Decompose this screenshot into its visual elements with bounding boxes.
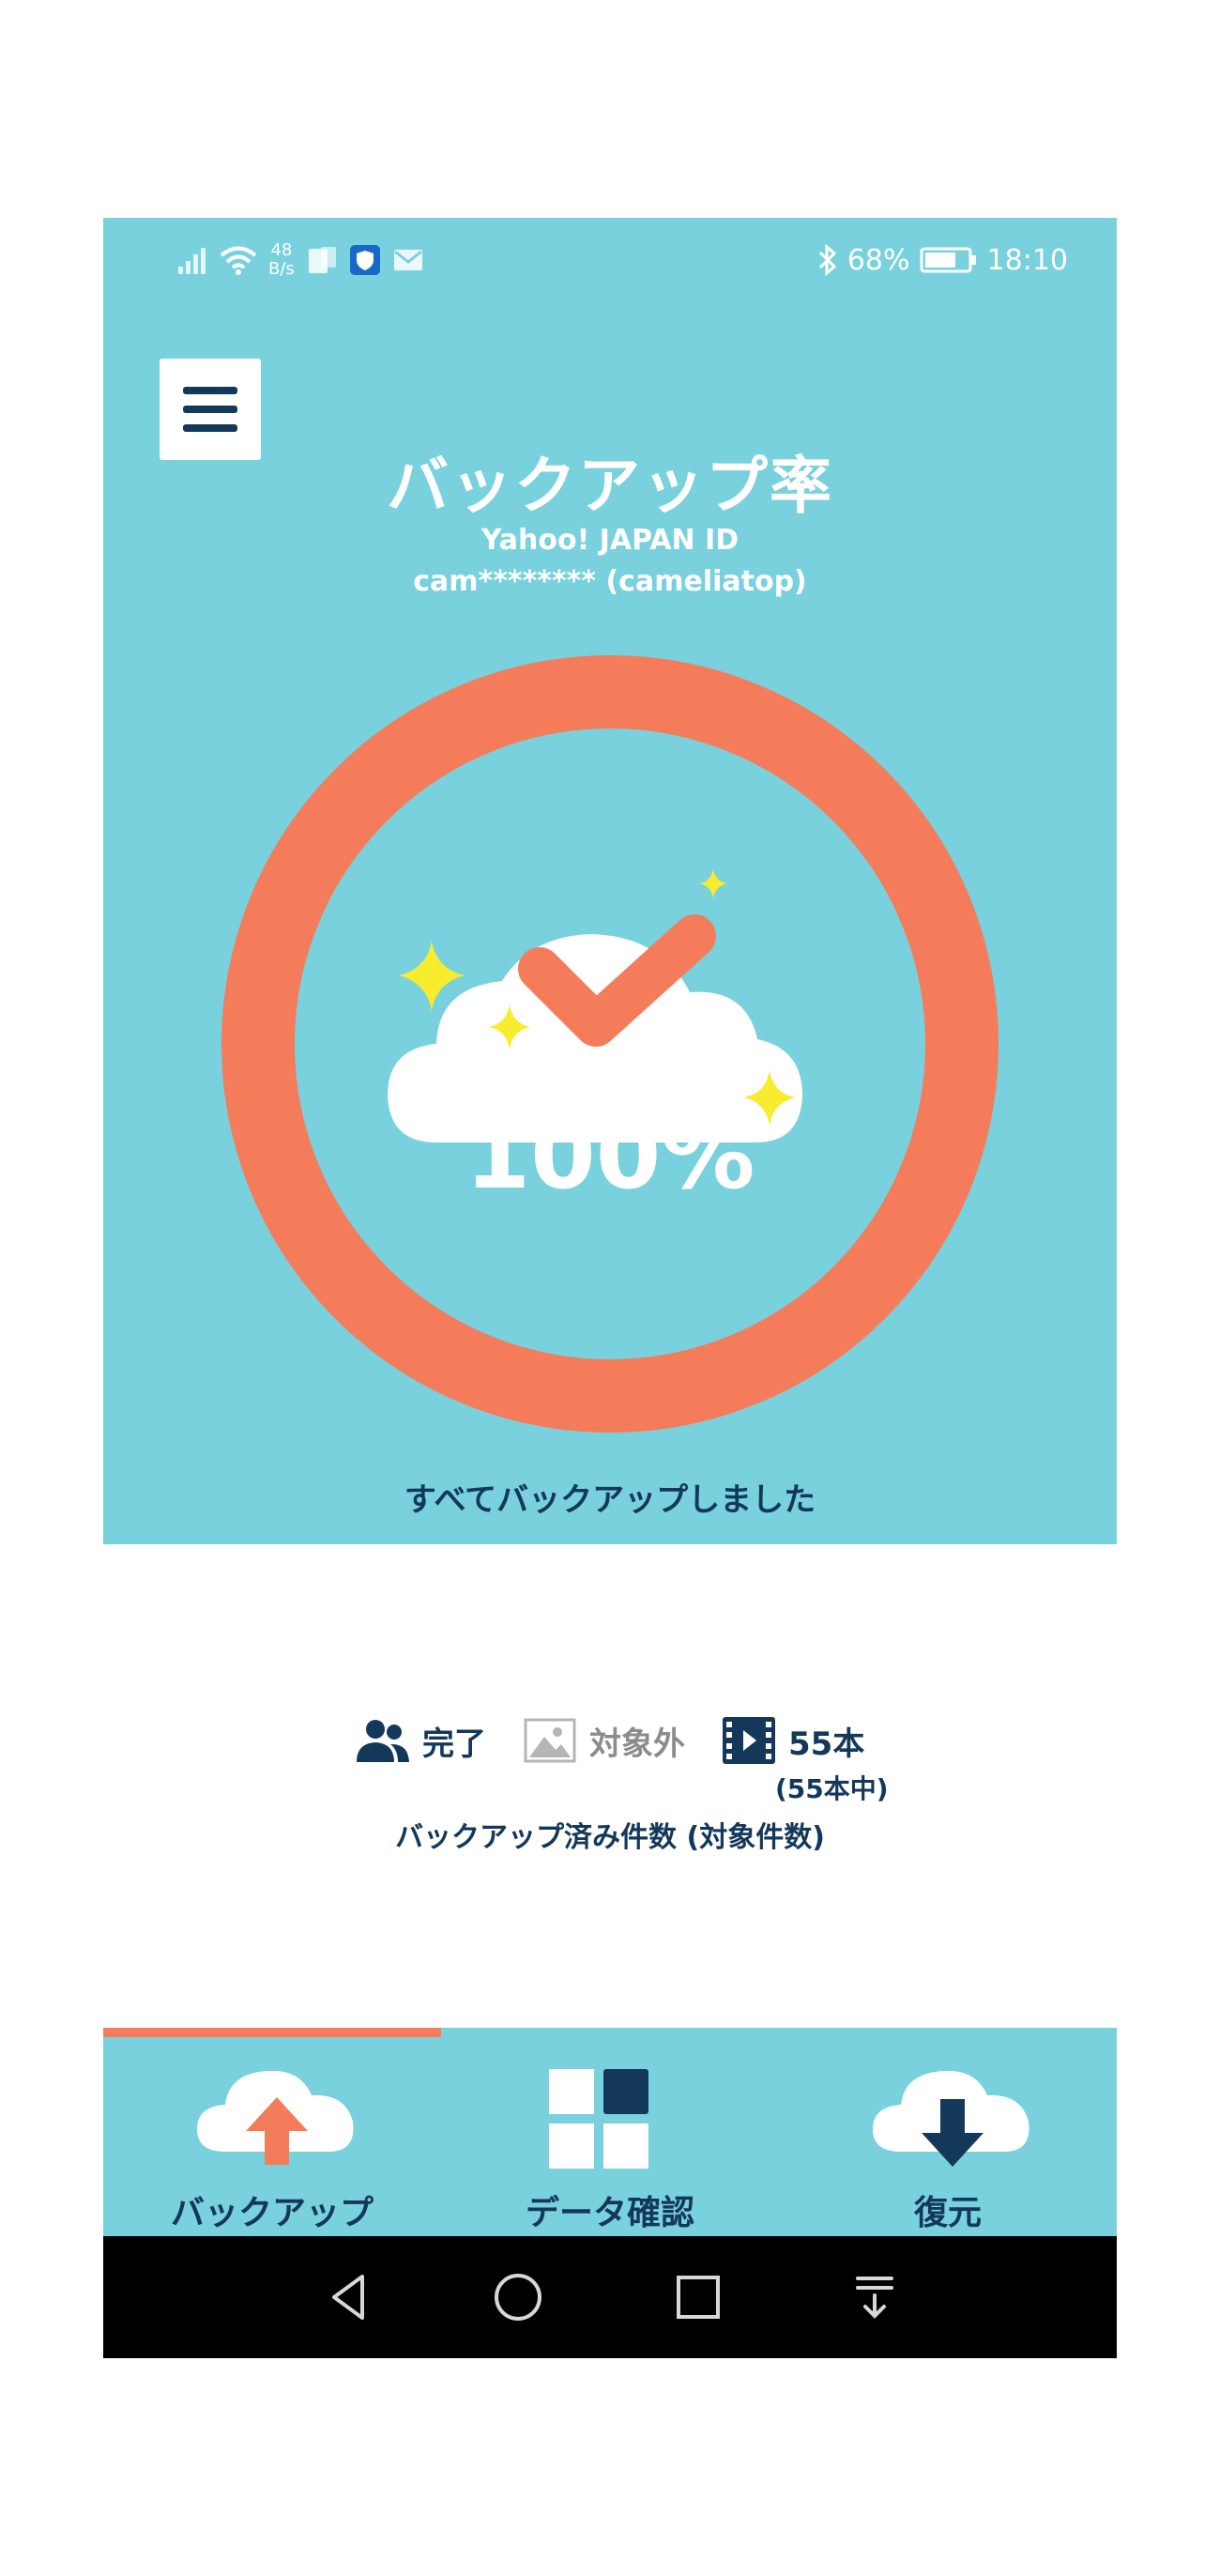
tab-data-check[interactable]: データ確認 xyxy=(441,2037,779,2236)
page-title: バックアップ率 xyxy=(387,450,833,522)
videos-total: (55本中) xyxy=(775,1773,889,1804)
system-nav-bar xyxy=(103,2236,1117,2358)
sim-icon xyxy=(308,247,336,273)
videos-count: 55本 xyxy=(723,1717,864,1764)
tab-restore[interactable]: 復元 xyxy=(779,2037,1117,2236)
backup-status-message: すべてバックアップしました xyxy=(404,1481,816,1519)
mail-icon xyxy=(393,250,422,270)
clock: 18:10 xyxy=(986,243,1068,277)
tab-data-check-label: データ確認 xyxy=(525,2194,694,2232)
wifi-icon xyxy=(220,246,257,275)
shield-app-icon xyxy=(349,245,380,275)
status-right: 68% 18:10 xyxy=(817,238,1068,282)
recents-icon[interactable] xyxy=(672,2271,724,2323)
home-icon[interactable] xyxy=(492,2271,544,2323)
bottom-nav: バックアップ データ確認 復元 xyxy=(103,2028,1117,2236)
network-speed-value: 48 xyxy=(270,240,293,260)
grid-icon xyxy=(549,2069,648,2169)
active-tab-indicator xyxy=(103,2028,441,2037)
tab-backup-label: バックアップ xyxy=(170,2194,374,2232)
backup-rate-panel: 48 B/s 68% 18:10 バックアップ率 Yahoo! JAPAN ID… xyxy=(103,218,1117,1544)
phone-screen: 48 B/s 68% 18:10 バックアップ率 Yahoo! JAPAN ID… xyxy=(103,218,1117,2358)
battery-icon xyxy=(920,247,976,273)
contacts-count: 完了 xyxy=(357,1718,486,1764)
backup-counts: 完了 対象外 55本 xyxy=(357,1712,864,1769)
account-provider: Yahoo! JAPAN ID xyxy=(480,524,740,557)
photos-count: 対象外 xyxy=(524,1718,685,1764)
photos-count-label: 対象外 xyxy=(589,1725,685,1763)
network-speed: 48 B/s xyxy=(268,241,295,279)
progress-ring xyxy=(221,655,999,1433)
counts-caption: バックアップ済み件数 (対象件数) xyxy=(395,1821,825,1854)
tab-backup[interactable]: バックアップ xyxy=(103,2037,441,2236)
status-left: 48 B/s xyxy=(176,238,424,282)
backup-percent: 100% xyxy=(465,1100,755,1210)
photo-icon xyxy=(524,1718,576,1763)
menu-icon xyxy=(183,387,237,394)
bluetooth-icon xyxy=(818,244,837,276)
contacts-count-label: 完了 xyxy=(422,1725,486,1763)
videos-count-label: 55本 xyxy=(788,1725,865,1763)
network-speed-unit: B/s xyxy=(268,259,295,279)
signal-icon xyxy=(178,248,206,274)
tab-restore-label: 復元 xyxy=(913,2194,982,2232)
back-icon[interactable] xyxy=(323,2271,375,2323)
notification-drawer-icon[interactable] xyxy=(848,2271,901,2323)
account-id: cam******** (cameliatop) xyxy=(413,565,807,598)
status-bar: 48 B/s 68% 18:10 xyxy=(103,218,1117,302)
battery-percent: 68% xyxy=(846,243,910,277)
cloud-download-icon xyxy=(873,2070,1029,2167)
cloud-upload-icon xyxy=(197,2070,354,2165)
contacts-icon xyxy=(357,1720,409,1762)
video-icon xyxy=(723,1717,775,1764)
